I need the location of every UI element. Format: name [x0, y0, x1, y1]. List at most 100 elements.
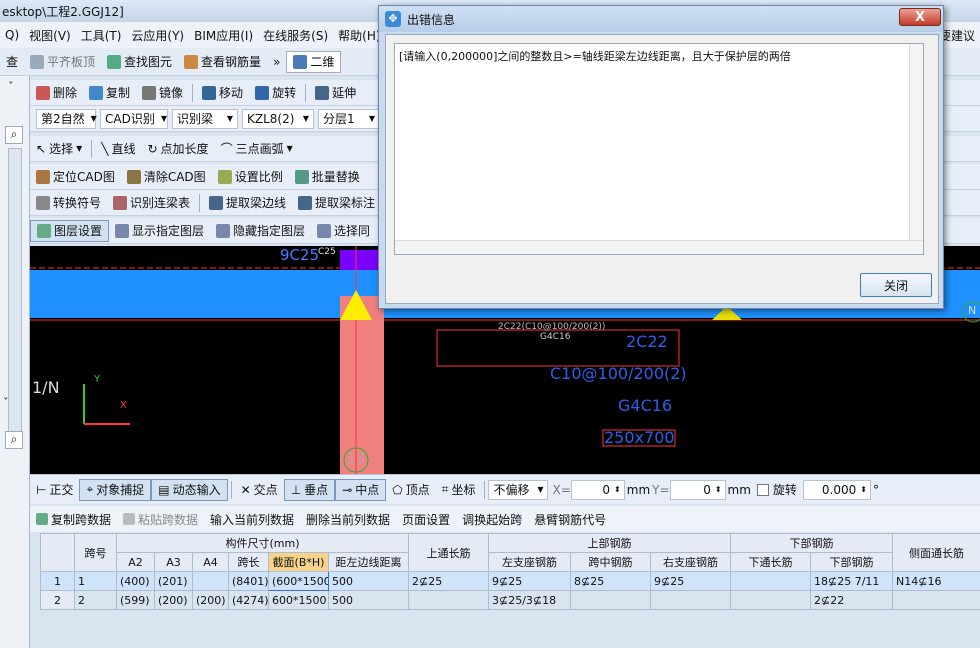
cell-a3[interactable]: (201) — [154, 571, 193, 591]
cell-mid-span[interactable] — [570, 590, 652, 610]
cell-right-support[interactable]: 9⊈25 — [650, 571, 732, 591]
tb-select-same[interactable]: 选择同 — [311, 220, 376, 242]
tb-check[interactable]: 查 — [0, 51, 24, 73]
cell-bottom-through[interactable] — [730, 571, 812, 591]
cell-section[interactable]: (600*1500 — [268, 571, 329, 591]
close-button[interactable]: 关闭 — [860, 273, 932, 297]
cell-a2[interactable]: (599) — [116, 590, 155, 610]
close-icon[interactable]: X — [899, 8, 941, 26]
cell-mid-span[interactable]: 8⊈25 — [570, 571, 652, 591]
cell-left-support[interactable]: 3⊈25/3⊈18 — [488, 590, 572, 610]
tb-extract-beam-edge[interactable]: 提取梁边线 — [203, 192, 292, 214]
tb-hide-layer[interactable]: 隐藏指定图层 — [210, 220, 311, 242]
tb-set-scale[interactable]: 设置比例 — [212, 166, 289, 188]
tb-mirror[interactable]: 镜像 — [136, 82, 189, 104]
tb-arc[interactable]: ⌒ 三点画弧 ▼ — [215, 138, 299, 160]
snap-object[interactable]: ⌖ 对象捕捉 — [79, 478, 152, 501]
cell-length[interactable]: (8401) — [228, 571, 269, 591]
menu-cloud[interactable]: 云应用(Y) — [126, 27, 189, 44]
table-row[interactable]: 2 2 (599) (200) (200) (4274) 600*1500 50… — [40, 590, 980, 610]
menu-q[interactable]: Q) — [0, 28, 24, 42]
beam-name-select[interactable]: KZL8(2) ▼ — [242, 108, 314, 129]
dialog-title-bar[interactable]: ✥ 出错信息 X — [379, 6, 943, 32]
rotate-checkbox[interactable] — [756, 483, 769, 496]
cell-bottom-rebar[interactable]: 2⊈22 — [810, 590, 894, 610]
panel-search-icon[interactable]: ⌕ — [5, 126, 23, 144]
cell-side[interactable] — [892, 590, 980, 610]
tb-rotate[interactable]: 旋转 — [249, 82, 302, 104]
menu-tools[interactable]: 工具(T) — [76, 27, 127, 44]
snap-perpendicular[interactable]: ⊥ 垂点 — [283, 478, 336, 501]
tb-batch-replace[interactable]: 批量替换 — [289, 166, 366, 188]
panel-pin-icon-2[interactable]: ˇ — [3, 396, 9, 409]
tb-select[interactable]: ↖ 选择 ▼ — [30, 138, 88, 160]
tb-clear-cad[interactable]: 清除CAD图 — [121, 166, 212, 188]
panel-search-icon-2[interactable]: ⌕ — [5, 431, 23, 449]
snap-dynamic-input[interactable]: ▤ 动态输入 — [151, 478, 228, 501]
snap-midpoint[interactable]: ⊸ 中点 — [335, 478, 387, 501]
y-input[interactable]: 0 ⬍ — [669, 479, 726, 500]
cell-bottom-through[interactable] — [730, 590, 812, 610]
tb-flush-slab[interactable]: 平齐板顶 — [24, 51, 101, 73]
cell-section[interactable]: 600*1500 — [268, 590, 329, 610]
cell-side[interactable]: N14⊈16 — [892, 571, 980, 591]
snap-intersection[interactable]: ✕ 交点 — [235, 479, 284, 501]
cell-upper-through[interactable]: 2⊈25 — [408, 571, 490, 591]
menu-view[interactable]: 视图(V) — [24, 27, 76, 44]
tb-delete[interactable]: 删除 — [30, 82, 83, 104]
cell-a4[interactable] — [192, 571, 229, 591]
snap-ortho[interactable]: ⊢ 正交 — [30, 479, 79, 501]
tb-locate-cad[interactable]: 定位CAD图 — [30, 166, 121, 188]
table-row[interactable]: 1 1 (400) (201) (8401) (600*1500 500 2⊈2… — [40, 571, 980, 591]
tb-convert-symbol[interactable]: 转换符号 — [30, 192, 107, 214]
cell-right-support[interactable] — [650, 590, 732, 610]
cell-a4[interactable]: (200) — [192, 590, 229, 610]
tb-find-element[interactable]: 查找图元 — [101, 51, 178, 73]
layer-select[interactable]: 分层1 ▼ — [318, 108, 380, 129]
panel-pin-icon[interactable]: ˇ — [8, 80, 14, 93]
page-setup[interactable]: 页面设置 — [396, 508, 456, 530]
tb-line[interactable]: ╲ 直线 — [95, 138, 141, 160]
input-column-data[interactable]: 输入当前列数据 — [204, 508, 300, 530]
swap-start-span[interactable]: 调换起始跨 — [456, 508, 528, 530]
snap-coordinate[interactable]: ⌗ 坐标 — [436, 479, 482, 501]
message-textarea[interactable]: [请输入(0,200000]之间的整数且>=轴线距梁左边线距离，且大于保护层的两… — [394, 43, 924, 255]
cell-left-dist[interactable]: 500 — [327, 571, 410, 591]
panel-scrollbar[interactable] — [8, 148, 22, 448]
cell-bottom-rebar[interactable]: 18⊈25 7/11 — [810, 571, 894, 591]
cell-left-support[interactable]: 9⊈25 — [488, 571, 572, 591]
cantilever-rebar-code[interactable]: 悬臂钢筋代号 — [528, 508, 612, 530]
snap-vertex[interactable]: ⬠ 顶点 — [386, 479, 435, 501]
paste-span-data[interactable]: 粘贴跨数据 — [117, 508, 204, 530]
row-index[interactable]: 2 — [40, 590, 75, 610]
tb-more[interactable]: » — [267, 51, 286, 73]
recognize-beam-select[interactable]: 识别梁 ▼ — [172, 108, 238, 129]
cad-recognize-select[interactable]: CAD识别 ▼ — [100, 108, 168, 129]
x-input[interactable]: 0 ⬍ — [570, 479, 625, 500]
tb-extract-beam-label[interactable]: 提取梁标注 — [292, 192, 381, 214]
tb-view-2d[interactable]: 二维 — [286, 50, 342, 73]
menu-online[interactable]: 在线服务(S) — [258, 27, 333, 44]
menu-bim[interactable]: BIM应用(I) — [189, 27, 258, 44]
tb-layer-settings[interactable]: 图层设置 — [30, 219, 110, 242]
cell-upper-through[interactable] — [408, 590, 490, 610]
floor-select[interactable]: 第2自然 ▼ — [36, 108, 97, 129]
offset-select[interactable]: 不偏移 ▼ — [488, 479, 549, 500]
delete-column-data[interactable]: 删除当前列数据 — [300, 508, 396, 530]
tb-extend[interactable]: 延伸 — [309, 82, 362, 104]
horizontal-scrollbar[interactable] — [395, 240, 923, 254]
cell-length[interactable]: (4274) — [228, 590, 269, 610]
cell-a3[interactable]: (200) — [154, 590, 193, 610]
vertical-scrollbar[interactable] — [909, 44, 923, 240]
tb-copy[interactable]: 复制 — [83, 82, 136, 104]
cell-span[interactable]: 2 — [74, 590, 117, 610]
tb-show-layer[interactable]: 显示指定图层 — [109, 220, 210, 242]
tb-point-length[interactable]: ↻ 点加长度 — [141, 138, 214, 160]
cell-span[interactable]: 1 — [74, 571, 117, 591]
cell-a2[interactable]: (400) — [116, 571, 155, 591]
tb-view-rebar[interactable]: 查看钢筋量 — [178, 51, 267, 73]
rotate-input[interactable]: 0.000 ⬍ — [802, 479, 871, 500]
cell-left-dist[interactable]: 500 — [327, 590, 410, 610]
tb-move[interactable]: 移动 — [196, 82, 249, 104]
row-index[interactable]: 1 — [40, 571, 75, 591]
